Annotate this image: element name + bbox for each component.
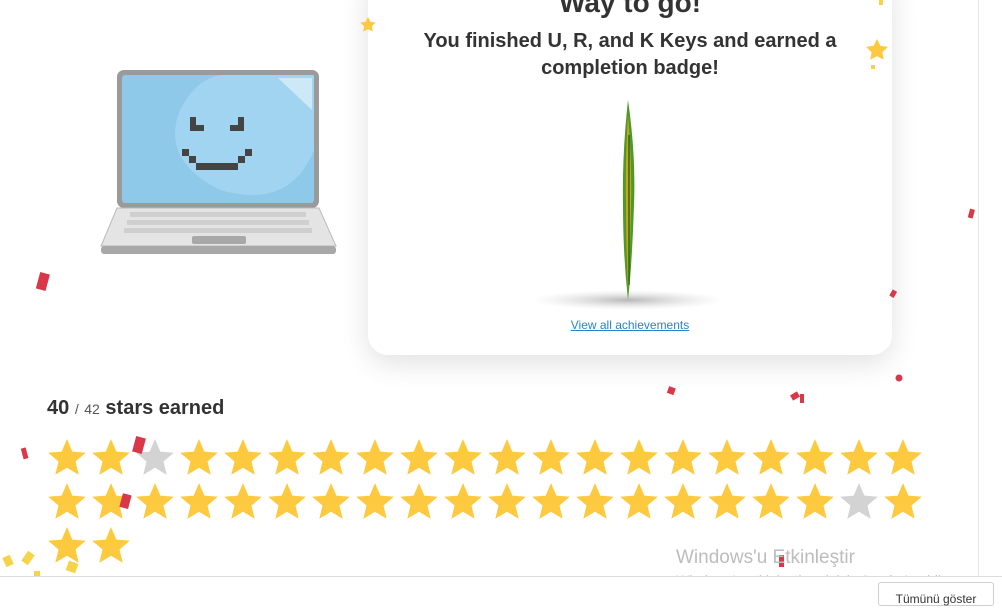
star-filled-icon bbox=[884, 483, 922, 519]
achievement-card: Way to go! You finished U, R, and K Keys… bbox=[368, 0, 892, 355]
stars-total-count: 42 bbox=[84, 401, 100, 417]
star-filled-icon bbox=[312, 439, 350, 475]
stars-separator: / bbox=[74, 401, 79, 417]
star-filled-icon bbox=[48, 527, 86, 563]
stars-earned-label: stars earned bbox=[105, 397, 225, 419]
star-filled-icon bbox=[620, 483, 658, 519]
windows-activation-title: Windows'u Etkinleştir bbox=[676, 547, 855, 568]
star-filled-icon bbox=[400, 439, 438, 475]
card-message: You finished U, R, and K Keys and earned… bbox=[423, 30, 837, 79]
star-filled-icon bbox=[752, 483, 790, 519]
star-filled-icon bbox=[356, 439, 394, 475]
star-filled-icon bbox=[444, 483, 482, 519]
star-filled-icon bbox=[92, 483, 130, 519]
star-filled-icon bbox=[356, 483, 394, 519]
star-filled-icon bbox=[532, 483, 570, 519]
star-filled-icon bbox=[224, 439, 262, 475]
star-filled-icon bbox=[180, 483, 218, 519]
star-filled-icon bbox=[620, 439, 658, 475]
stars-earned-heading: 40 / 42 stars earned bbox=[47, 397, 224, 420]
star-filled-icon bbox=[708, 483, 746, 519]
star-filled-icon bbox=[180, 439, 218, 475]
star-filled-icon bbox=[92, 439, 130, 475]
star-filled-icon bbox=[752, 439, 790, 475]
star-filled-icon bbox=[576, 483, 614, 519]
stars-earned-count: 40 bbox=[47, 397, 70, 419]
star-filled-icon bbox=[664, 483, 702, 519]
star-filled-icon bbox=[268, 483, 306, 519]
star-filled-icon bbox=[796, 439, 834, 475]
star-filled-icon bbox=[48, 439, 86, 475]
star-filled-icon bbox=[312, 483, 350, 519]
star-filled-icon bbox=[400, 483, 438, 519]
view-all-achievements-link[interactable]: View all achievements bbox=[368, 318, 892, 332]
star-filled-icon bbox=[444, 439, 482, 475]
star-filled-icon bbox=[224, 483, 262, 519]
star-filled-icon bbox=[92, 527, 130, 563]
star-filled-icon bbox=[708, 439, 746, 475]
star-filled-icon bbox=[576, 439, 614, 475]
spinning-badge-icon bbox=[532, 100, 724, 310]
star-filled-icon bbox=[664, 439, 702, 475]
star-empty-icon bbox=[840, 483, 878, 519]
star-filled-icon bbox=[48, 483, 86, 519]
laptop-mascot-icon bbox=[100, 70, 337, 254]
star-empty-icon bbox=[136, 439, 174, 475]
star-filled-icon bbox=[268, 439, 306, 475]
star-filled-icon bbox=[884, 439, 922, 475]
bottom-bar bbox=[0, 576, 1002, 602]
star-filled-icon bbox=[488, 483, 526, 519]
star-filled-icon bbox=[488, 439, 526, 475]
star-filled-icon bbox=[796, 483, 834, 519]
show-all-button[interactable]: Tümünü göster bbox=[878, 582, 994, 606]
star-filled-icon bbox=[840, 439, 878, 475]
star-filled-icon bbox=[532, 439, 570, 475]
star-filled-icon bbox=[136, 483, 174, 519]
card-title: Way to go! bbox=[558, 0, 702, 18]
